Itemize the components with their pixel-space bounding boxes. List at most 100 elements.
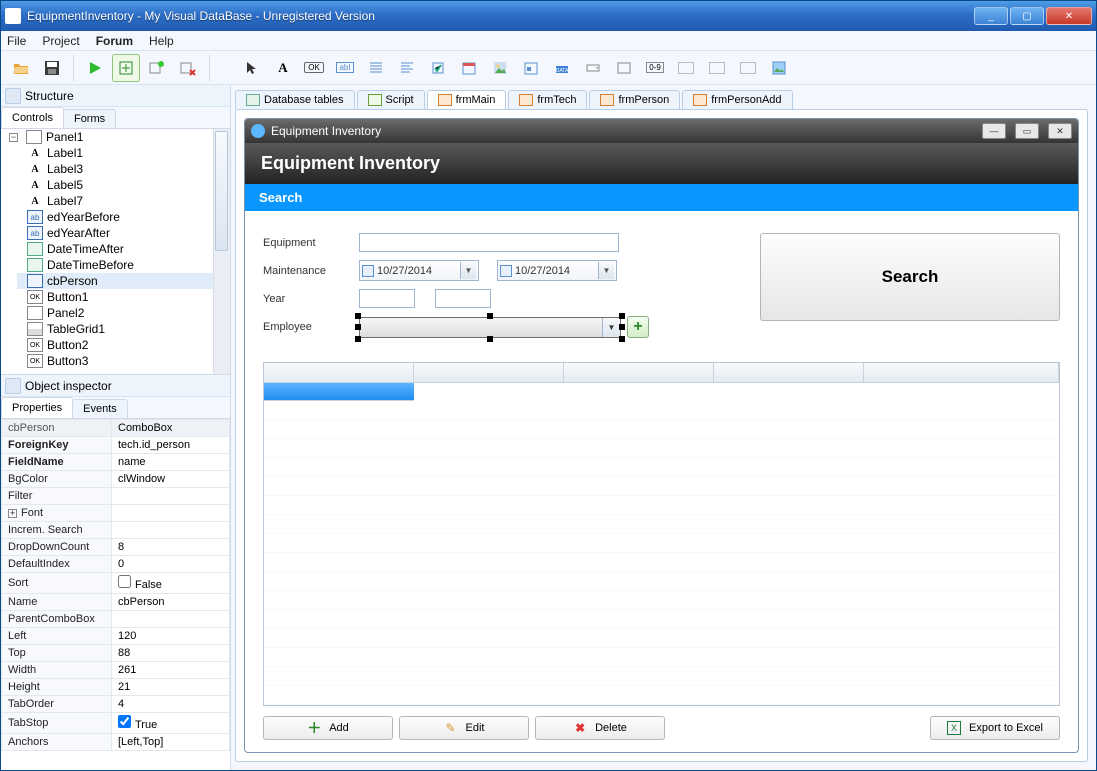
picture-icon[interactable]: [765, 54, 793, 82]
property-value[interactable]: 261: [112, 662, 230, 679]
tree-root-item[interactable]: − Panel1: [9, 129, 230, 145]
tab-properties[interactable]: Properties: [1, 397, 73, 418]
panel-icon[interactable]: [610, 54, 638, 82]
blank2-icon[interactable]: [703, 54, 731, 82]
result-grid[interactable]: [263, 362, 1060, 706]
property-row[interactable]: cbPersonComboBox: [2, 420, 230, 437]
property-value[interactable]: [112, 505, 230, 522]
add-employee-button[interactable]: +: [627, 316, 649, 338]
form-new-icon[interactable]: [112, 54, 140, 82]
property-row[interactable]: Width261: [2, 662, 230, 679]
property-row[interactable]: Height21: [2, 679, 230, 696]
property-row[interactable]: SortFalse: [2, 573, 230, 594]
label-icon[interactable]: A: [269, 54, 297, 82]
minimize-button[interactable]: _: [974, 7, 1008, 25]
employee-combobox[interactable]: ▼: [359, 317, 621, 338]
checkbox-icon[interactable]: [424, 54, 452, 82]
property-value[interactable]: 21: [112, 679, 230, 696]
property-row[interactable]: Left120: [2, 628, 230, 645]
counter-icon[interactable]: 0-9: [641, 54, 669, 82]
tree-item[interactable]: OKButton3: [17, 353, 230, 369]
menu-forum[interactable]: Forum: [96, 34, 133, 48]
richedit-icon[interactable]: [393, 54, 421, 82]
close-button[interactable]: ✕: [1046, 7, 1092, 25]
doctab-frmpersonadd[interactable]: frmPersonAdd: [682, 90, 792, 109]
tree-item[interactable]: abedYearBefore: [17, 209, 230, 225]
property-row[interactable]: +Font: [2, 505, 230, 522]
doctab-frmtech[interactable]: frmTech: [508, 90, 587, 109]
blank1-icon[interactable]: [672, 54, 700, 82]
menu-project[interactable]: Project: [42, 34, 79, 48]
property-checkbox[interactable]: [118, 715, 131, 728]
property-row[interactable]: TabStopTrue: [2, 713, 230, 734]
year-to-input[interactable]: [435, 289, 491, 308]
property-row[interactable]: Increm. Search: [2, 522, 230, 539]
date-from-picker[interactable]: 10/27/2014 ▼: [359, 260, 479, 281]
edit-button[interactable]: ✎ Edit: [399, 716, 529, 740]
save-icon[interactable]: [38, 54, 66, 82]
tree-item[interactable]: ALabel5: [17, 177, 230, 193]
menu-help[interactable]: Help: [149, 34, 174, 48]
data-icon[interactable]: DATA: [548, 54, 576, 82]
add-button[interactable]: ＋ Add: [263, 716, 393, 740]
delete-button[interactable]: ✖ Delete: [535, 716, 665, 740]
property-value[interactable]: [112, 611, 230, 628]
tab-controls[interactable]: Controls: [1, 107, 64, 128]
search-button[interactable]: Search: [760, 233, 1060, 321]
tree-item[interactable]: abedYearAfter: [17, 225, 230, 241]
property-row[interactable]: DefaultIndex0: [2, 556, 230, 573]
tree-item[interactable]: DateTimeBefore: [17, 257, 230, 273]
equipment-input[interactable]: [359, 233, 619, 252]
property-row[interactable]: BgColorclWindow: [2, 471, 230, 488]
controls-tree[interactable]: − Panel1ALabel1ALabel3ALabel5ALabel7abed…: [1, 129, 230, 375]
property-row[interactable]: ForeignKeytech.id_person: [2, 437, 230, 454]
date-to-picker[interactable]: 10/27/2014 ▼: [497, 260, 617, 281]
property-value[interactable]: 88: [112, 645, 230, 662]
cursor-icon[interactable]: [238, 54, 266, 82]
property-grid[interactable]: cbPersonComboBoxForeignKeytech.id_person…: [1, 419, 230, 770]
button-icon[interactable]: OK: [300, 54, 328, 82]
tab-events[interactable]: Events: [72, 399, 128, 418]
tree-scrollbar[interactable]: [213, 129, 230, 374]
maximize-button[interactable]: ▢: [1010, 7, 1044, 25]
doctab-script[interactable]: Script: [357, 90, 425, 109]
menu-file[interactable]: File: [7, 34, 26, 48]
chevron-down-icon[interactable]: ▼: [460, 262, 476, 279]
property-value[interactable]: ComboBox: [112, 420, 230, 437]
property-row[interactable]: FieldNamename: [2, 454, 230, 471]
doctab-frmmain[interactable]: frmMain: [427, 90, 507, 109]
form-close-button[interactable]: ✕: [1048, 123, 1072, 139]
property-value[interactable]: 0: [112, 556, 230, 573]
tree-item[interactable]: OKButton2: [17, 337, 230, 353]
run-icon[interactable]: [81, 54, 109, 82]
property-value[interactable]: [112, 522, 230, 539]
property-value[interactable]: tech.id_person: [112, 437, 230, 454]
property-value[interactable]: True: [112, 713, 230, 734]
property-row[interactable]: TabOrder4: [2, 696, 230, 713]
tree-item[interactable]: DateTimeAfter: [17, 241, 230, 257]
property-row[interactable]: DropDownCount8: [2, 539, 230, 556]
grid-selected-cell[interactable]: [264, 383, 414, 401]
form-max-button[interactable]: ▭: [1015, 123, 1039, 139]
chevron-down-icon[interactable]: ▼: [598, 262, 614, 279]
tree-item[interactable]: Panel2: [17, 305, 230, 321]
property-value[interactable]: clWindow: [112, 471, 230, 488]
doctab-frmperson[interactable]: frmPerson: [589, 90, 680, 109]
property-checkbox[interactable]: [118, 575, 131, 588]
selected-control[interactable]: ▼: [359, 317, 621, 338]
property-row[interactable]: NamecbPerson: [2, 594, 230, 611]
property-value[interactable]: 120: [112, 628, 230, 645]
property-value[interactable]: False: [112, 573, 230, 594]
memo-icon[interactable]: [362, 54, 390, 82]
blank3-icon[interactable]: [734, 54, 762, 82]
year-from-input[interactable]: [359, 289, 415, 308]
form-delete-icon[interactable]: [174, 54, 202, 82]
export-button[interactable]: X Export to Excel: [930, 716, 1060, 740]
property-value[interactable]: 8: [112, 539, 230, 556]
property-row[interactable]: Filter: [2, 488, 230, 505]
tree-item[interactable]: OKButton1: [17, 289, 230, 305]
edit-icon[interactable]: abI: [331, 54, 359, 82]
property-row[interactable]: Anchors[Left,Top]: [2, 734, 230, 751]
property-value[interactable]: name: [112, 454, 230, 471]
open-icon[interactable]: [7, 54, 35, 82]
